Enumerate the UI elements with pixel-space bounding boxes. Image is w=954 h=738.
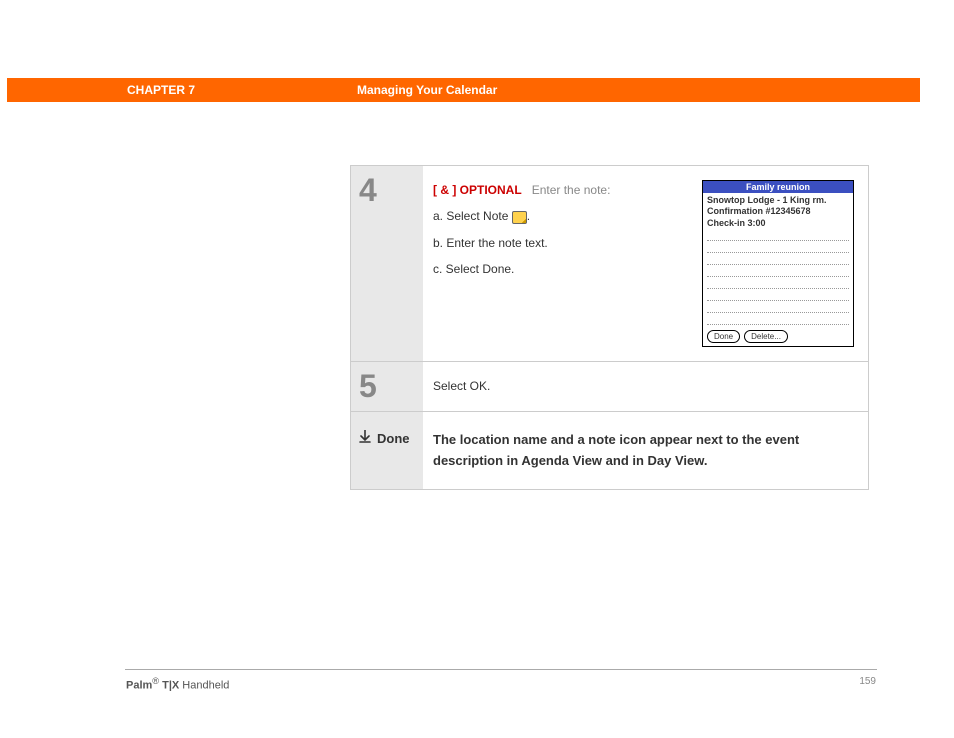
palm-blank-lines xyxy=(703,229,853,327)
page-number: 159 xyxy=(859,676,876,687)
optional-tag: [ & ] OPTIONAL xyxy=(433,183,522,197)
step-4c: c. Select Done. xyxy=(433,259,688,279)
step-4b: b. Enter the note text. xyxy=(433,233,688,253)
chapter-header-bar: CHAPTER 7 Managing Your Calendar xyxy=(7,78,920,102)
footer-rule xyxy=(125,669,877,670)
step-4-row: 4 [ & ] OPTIONAL Enter the note: a. Sele… xyxy=(351,166,868,362)
palm-screenshot: Family reunion Snowtop Lodge - 1 King rm… xyxy=(702,180,854,347)
done-row: Done The location name and a note icon a… xyxy=(351,412,868,490)
done-text: The location name and a note icon appear… xyxy=(423,412,868,490)
down-arrow-icon xyxy=(359,430,371,447)
step-5-row: 5 Select OK. xyxy=(351,362,868,412)
step-5-text: Select OK. xyxy=(433,376,854,396)
palm-title: Family reunion xyxy=(703,181,853,193)
optional-line: [ & ] OPTIONAL Enter the note: xyxy=(433,180,688,200)
footer-brand: Palm® T|X Handheld xyxy=(126,676,229,692)
step-4-text: [ & ] OPTIONAL Enter the note: a. Select… xyxy=(433,180,688,347)
palm-delete-button[interactable]: Delete... xyxy=(744,330,788,343)
step-5-numcol: 5 xyxy=(351,362,423,411)
step-4-body: [ & ] OPTIONAL Enter the note: a. Select… xyxy=(423,166,868,361)
optional-lead: Enter the note: xyxy=(532,183,611,197)
palm-line-2: Confirmation #12345678 xyxy=(707,206,849,217)
palm-button-row: Done Delete... xyxy=(703,327,853,346)
done-col: Done xyxy=(351,412,423,490)
step-4a: a. Select Note . xyxy=(433,206,688,226)
chapter-title: Managing Your Calendar xyxy=(357,83,497,97)
step-5-number: 5 xyxy=(359,368,415,405)
step-4-numcol: 4 xyxy=(351,166,423,361)
step-5-body: Select OK. xyxy=(423,362,868,411)
step-4-number: 4 xyxy=(359,172,415,209)
palm-line-3: Check-in 3:00 xyxy=(707,218,849,229)
note-icon xyxy=(512,211,527,224)
chapter-label: CHAPTER 7 xyxy=(127,83,195,97)
palm-done-button[interactable]: Done xyxy=(707,330,740,343)
palm-note-body: Snowtop Lodge - 1 King rm. Confirmation … xyxy=(703,193,853,229)
palm-line-1: Snowtop Lodge - 1 King rm. xyxy=(707,195,849,206)
done-label: Done xyxy=(377,431,410,446)
steps-box: 4 [ & ] OPTIONAL Enter the note: a. Sele… xyxy=(350,165,869,490)
